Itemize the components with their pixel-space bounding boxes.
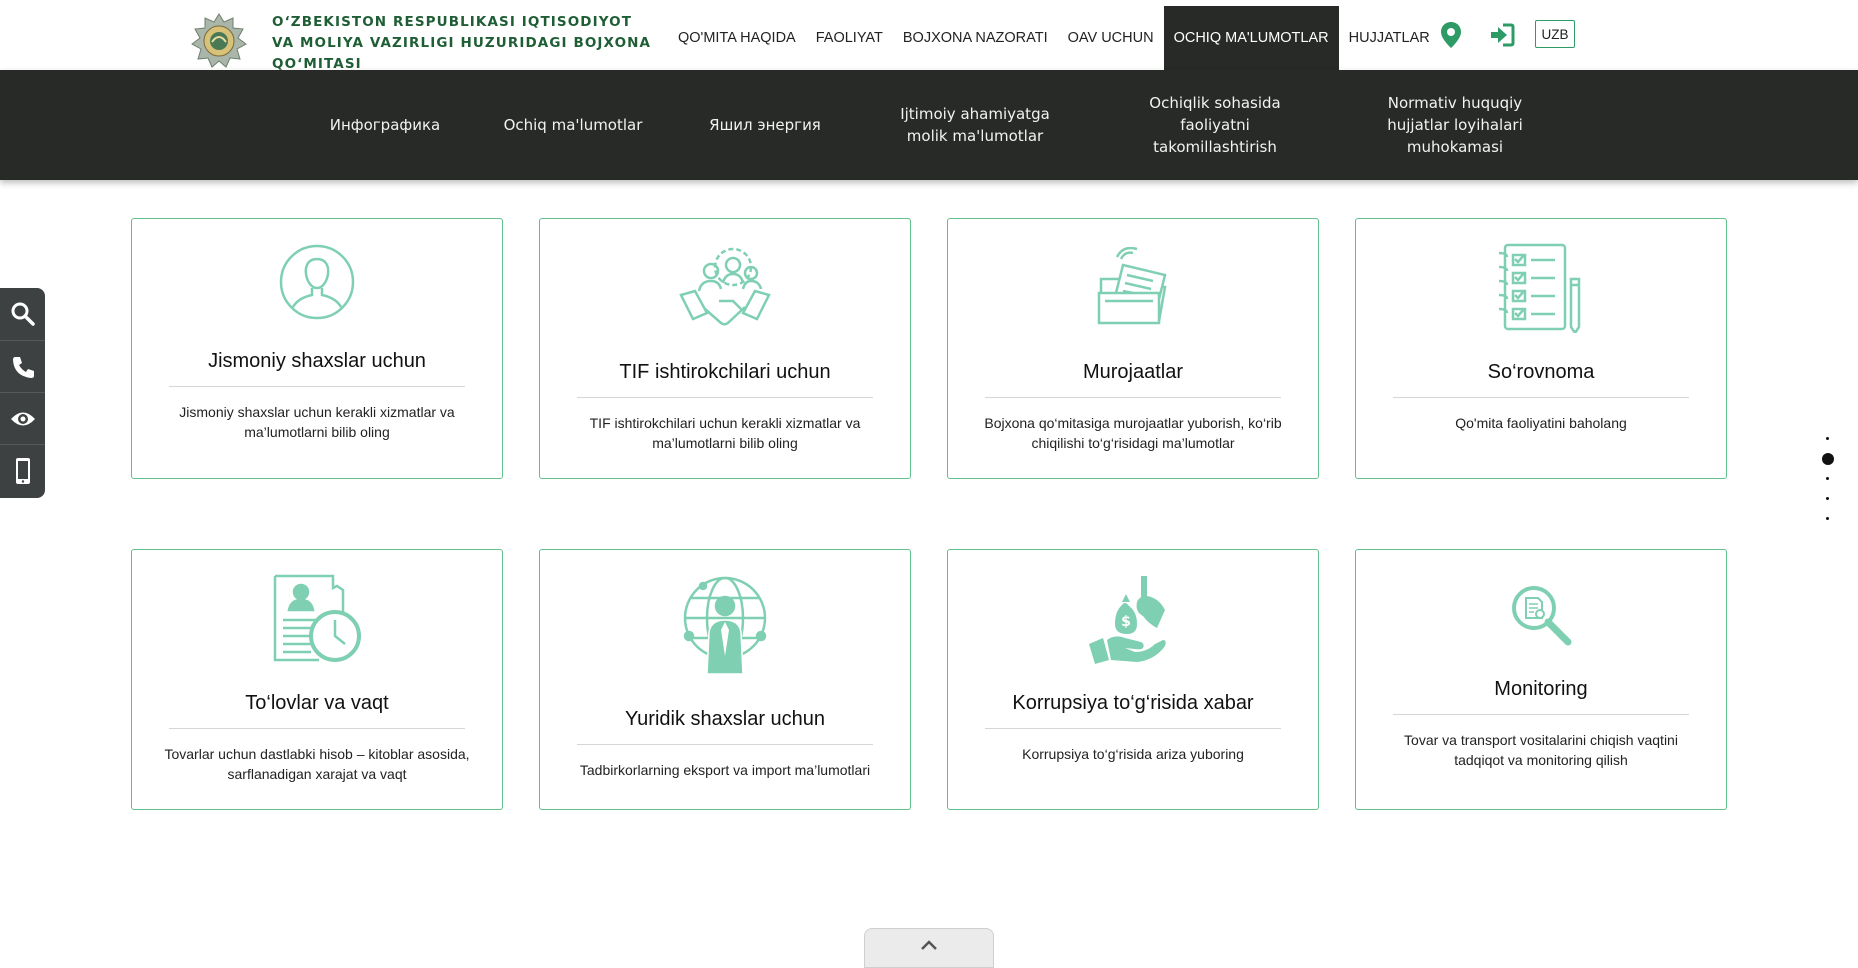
card-divider	[1393, 714, 1689, 715]
checklist-icon	[1498, 243, 1581, 333]
language-switcher[interactable]: UZB	[1535, 20, 1575, 48]
nav-item-about[interactable]: QO'MITA HAQIDA	[668, 6, 806, 70]
submenu-open-data[interactable]: Ochiq ma'lumotlar	[498, 70, 648, 180]
section-dot[interactable]	[1826, 437, 1829, 440]
section-dot[interactable]	[1826, 477, 1829, 480]
card-divider	[1393, 397, 1689, 398]
card-title: Monitoring	[1494, 678, 1588, 700]
card-divider	[577, 397, 873, 398]
card-monitoring[interactable]: Monitoring Tovar va transport vositalari…	[1355, 549, 1727, 810]
card-title: To‘lovlar va vaqt	[245, 692, 389, 714]
site-brand-title[interactable]: O‘ZBEKISTON RESPUBLIKASI IQTISODIYOT VA …	[272, 12, 652, 75]
folder-icon	[1097, 247, 1167, 325]
card-title: Jismoniy shaxslar uchun	[208, 350, 426, 372]
svg-text:$: $	[1121, 614, 1131, 630]
card-title: Murojaatlar	[1082, 361, 1184, 383]
card-tif-participants[interactable]: TIF ishtirokchilari uchun TIF ishtirokch…	[539, 218, 911, 479]
map-pin-icon[interactable]	[1436, 20, 1466, 50]
card-title: Korrupsiya to‘g‘risida xabar	[1012, 692, 1254, 714]
card-survey[interactable]: So‘rovnoma Qo'mita faoliyatini baholang	[1355, 218, 1727, 479]
receipt-clock-icon	[273, 574, 361, 662]
card-title: So‘rovnoma	[1487, 361, 1595, 383]
card-title: TIF ishtirokchilari uchun	[619, 361, 831, 383]
card-divider	[169, 728, 465, 729]
submenu-social-data[interactable]: Ijtimoiy ahamiyatga molik ma'lumotlar	[880, 70, 1070, 180]
chevron-up-icon	[921, 940, 937, 950]
magnifier-document-icon	[1512, 586, 1572, 646]
main-nav: QO'MITA HAQIDA FAOLIYAT BOJXONA NAZORATI…	[668, 6, 1440, 70]
mobile-icon	[15, 457, 30, 484]
card-divider	[577, 744, 873, 745]
card-appeals[interactable]: Murojaatlar Bojxona qo‘mitasiga murojaat…	[947, 218, 1319, 479]
open-data-submenu: Инфографика Ochiq ma'lumotlar Яшил энерг…	[0, 70, 1858, 180]
nav-item-open-data[interactable]: OCHIQ MA'LUMOTLAR	[1163, 6, 1339, 70]
section-dot[interactable]	[1826, 497, 1829, 500]
section-dot[interactable]	[1826, 517, 1829, 520]
eye-icon	[10, 412, 35, 425]
nav-item-documents[interactable]: HUJJATLAR	[1339, 6, 1440, 70]
card-divider	[169, 386, 465, 387]
handshake-icon	[679, 247, 771, 326]
search-icon	[11, 302, 35, 326]
card-description: Tovar va transport vositalarini chiqish …	[1404, 732, 1678, 768]
visibility-button[interactable]	[0, 392, 45, 444]
card-description: Korrupsiya to‘g‘risida ariza yuboring	[1022, 746, 1244, 762]
card-legal-entities[interactable]: Yuridik shaxslar uchun Tadbirkorlarning …	[539, 549, 911, 810]
bribe-hand-icon: $	[1089, 576, 1166, 664]
submenu-green-energy[interactable]: Яшил энергия	[700, 70, 830, 180]
login-icon[interactable]	[1487, 20, 1517, 50]
back-to-top-button[interactable]	[864, 928, 994, 968]
phone-icon	[12, 356, 34, 378]
card-individuals[interactable]: Jismoniy shaxslar uchun Jismoniy shaxsla…	[131, 218, 503, 479]
submenu-infographics[interactable]: Инфографика	[320, 70, 450, 180]
card-divider	[985, 397, 1281, 398]
submenu-draft-acts[interactable]: Normativ huquqiy hujjatlar loyihalari mu…	[1365, 70, 1545, 180]
card-description: Bojxona qo‘mitasiga murojaatlar yuborish…	[984, 415, 1282, 451]
card-description: Qo'mita faoliyatini baholang	[1455, 415, 1627, 431]
card-description: Jismoniy shaxslar uchun kerakli xizmatla…	[179, 404, 455, 440]
section-dot-active[interactable]	[1822, 453, 1834, 465]
search-button[interactable]	[0, 288, 45, 340]
card-corruption-report[interactable]: $ Korrupsiya to‘g‘risida xabar Korrupsiy…	[947, 549, 1319, 810]
card-payments-time[interactable]: To‘lovlar va vaqt Tovarlar uchun dastlab…	[131, 549, 503, 810]
submenu-openness[interactable]: Ochiqlik sohasida faoliyatni takomillash…	[1125, 70, 1305, 180]
person-icon	[279, 244, 355, 320]
card-description: Tovarlar uchun dastlabki hisob – kitobla…	[164, 746, 470, 782]
card-divider	[985, 728, 1281, 729]
accessibility-panel	[0, 288, 45, 498]
nav-item-media[interactable]: OAV UCHUN	[1058, 6, 1164, 70]
nav-item-customs-control[interactable]: BOJXONA NAZORATI	[893, 6, 1058, 70]
card-description: TIF ishtirokchilari uchun kerakli xizmat…	[589, 415, 861, 451]
brand-line-2: VA MOLIYA VAZIRLIGI HUZURIDAGI BOJXONA	[272, 35, 652, 51]
phone-button[interactable]	[0, 340, 45, 392]
site-header: O‘ZBEKISTON RESPUBLIKASI IQTISODIYOT VA …	[0, 0, 1858, 72]
card-description: Tadbirkorlarning eksport va import ma’lu…	[579, 762, 871, 778]
globe-businessman-icon	[683, 576, 767, 675]
brand-line-1: O‘ZBEKISTON RESPUBLIKASI IQTISODIYOT	[272, 14, 633, 30]
nav-item-activity[interactable]: FAOLIYAT	[806, 6, 893, 70]
emblem-logo[interactable]	[190, 12, 248, 70]
card-title: Yuridik shaxslar uchun	[624, 708, 826, 730]
mobile-button[interactable]	[0, 444, 45, 496]
